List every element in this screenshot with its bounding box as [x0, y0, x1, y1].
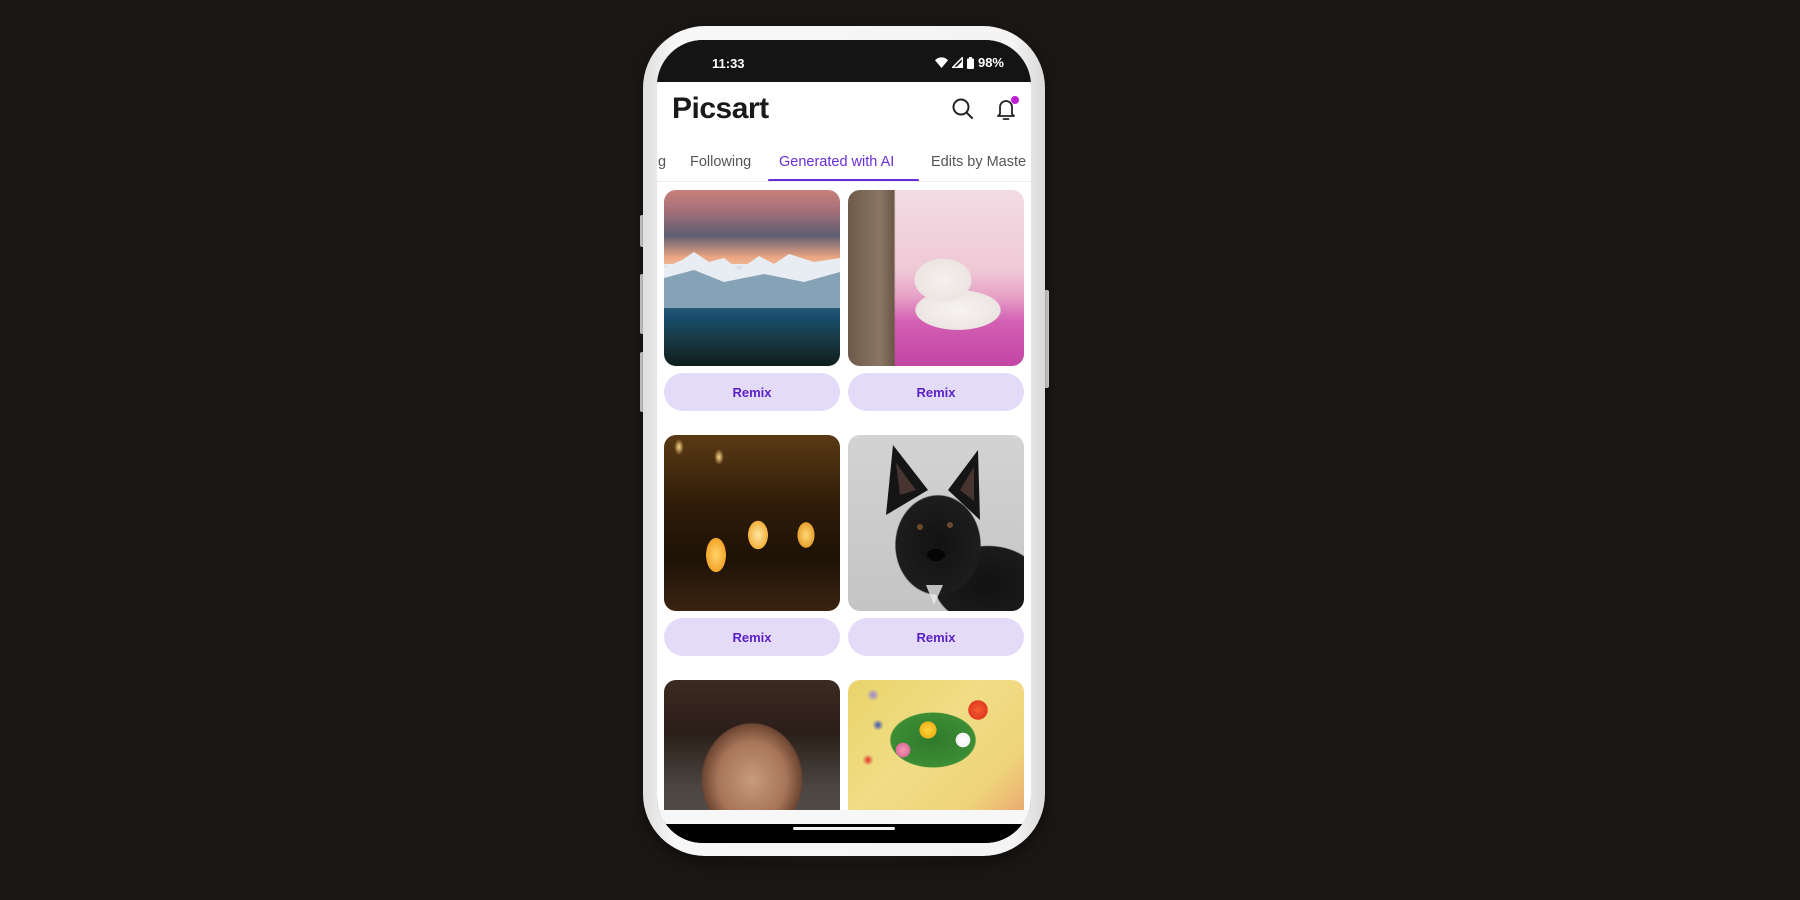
notification-badge	[1011, 96, 1019, 104]
battery-icon	[966, 56, 974, 69]
feed-image-dog[interactable]	[848, 435, 1024, 611]
feed-card	[848, 680, 1024, 826]
feed-image-portrait[interactable]	[664, 680, 840, 826]
app-header: Picsart	[657, 82, 1031, 150]
feed-image-mountain[interactable]	[664, 190, 840, 366]
remix-button[interactable]: Remix	[848, 373, 1024, 411]
tab-trending[interactable]: g	[658, 154, 666, 170]
wifi-icon	[934, 57, 948, 68]
tab-following[interactable]: Following	[690, 154, 751, 170]
feed-card: Remix	[848, 190, 1024, 411]
phone-screen: 11:33 98% Picsart g Following Generated …	[657, 40, 1031, 843]
remix-button[interactable]: Remix	[848, 618, 1024, 656]
feed-image-goat[interactable]	[848, 190, 1024, 366]
status-bar: 11:33 98%	[657, 40, 1031, 82]
feed-card: Remix	[664, 190, 840, 411]
remix-button[interactable]: Remix	[664, 373, 840, 411]
gesture-bar	[657, 824, 1031, 843]
remix-button[interactable]: Remix	[664, 618, 840, 656]
search-icon	[952, 98, 973, 119]
status-time: 11:33	[712, 56, 745, 71]
app-content: Picsart g Following Generated with AI Ed…	[657, 82, 1031, 826]
home-indicator[interactable]	[793, 827, 895, 830]
feed-image-flowers[interactable]	[848, 680, 1024, 826]
feed-card: Remix	[848, 435, 1024, 656]
feed-card: Remix	[664, 435, 840, 656]
picsart-logo[interactable]: Picsart	[672, 92, 769, 126]
notifications-button[interactable]	[993, 96, 1019, 122]
active-tab-indicator	[768, 179, 919, 181]
feed-image-lanterns[interactable]	[664, 435, 840, 611]
feed-card	[664, 680, 840, 826]
tab-generated-with-ai[interactable]: Generated with AI	[779, 154, 894, 170]
feed-tabs: g Following Generated with AI Edits by M…	[657, 150, 1031, 182]
search-button[interactable]	[950, 96, 976, 122]
tab-edits-by-masters[interactable]: Edits by Maste	[931, 154, 1026, 170]
status-icons: 98%	[934, 55, 1004, 70]
battery-percent: 98%	[977, 55, 1004, 70]
signal-icon	[951, 57, 963, 68]
